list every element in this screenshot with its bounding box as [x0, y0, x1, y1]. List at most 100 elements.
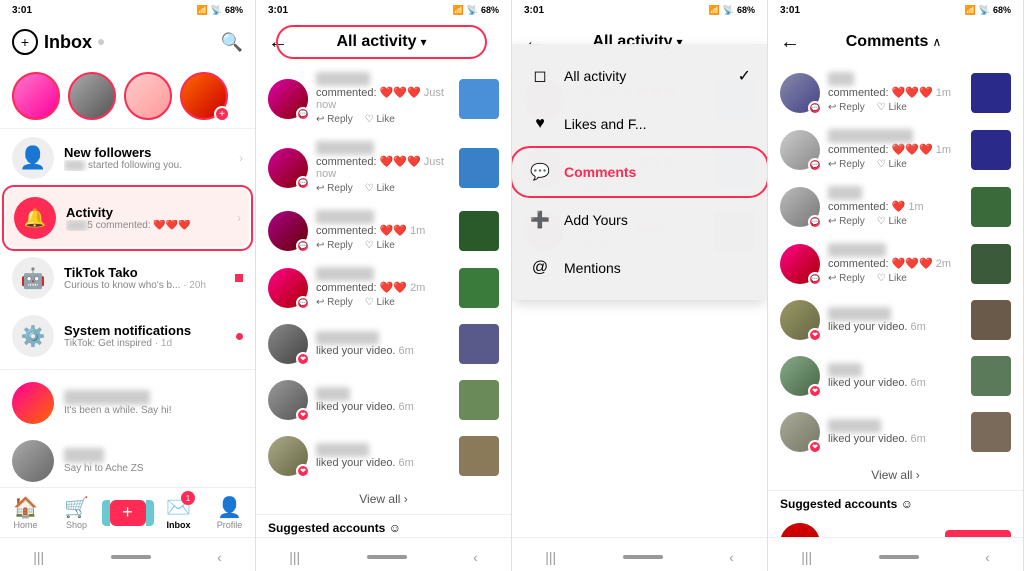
comment-item-3[interactable]: 💬 ████ commented: ❤️ 1m ↩ Reply ♡ Like: [768, 178, 1023, 235]
inbox-item-tiktok[interactable]: 🤖 TikTok Tako Curious to know who's b...…: [0, 249, 255, 307]
nav-home[interactable]: 🏠 Home: [0, 488, 51, 537]
bottom-bar-2: ||| ‹: [256, 537, 511, 571]
comment-avatar-6: ❤: [780, 356, 820, 396]
like-btn-1[interactable]: ♡ Like: [365, 114, 395, 125]
reply-btn-1[interactable]: ↩ Reply: [316, 114, 353, 125]
c-like-4[interactable]: ♡ Like: [877, 273, 907, 284]
comment-thumb-2: [971, 130, 1011, 170]
activity-item-5[interactable]: ❤ █████ ██ liked your video. 6m: [256, 316, 511, 372]
shop-icon: 🛒: [64, 495, 89, 520]
bottom-bar-4: ||| ‹: [768, 537, 1023, 571]
reply-btn-2[interactable]: ↩ Reply: [316, 183, 353, 194]
c-like-2[interactable]: ♡ Like: [877, 159, 907, 170]
nav-inbox[interactable]: ✉️ 1 Inbox: [153, 488, 204, 537]
check-icon: ✓: [738, 66, 751, 86]
nav-profile[interactable]: 👤 Profile: [204, 488, 255, 537]
comment-item-6[interactable]: ❤ ████ liked your video. 6m: [768, 348, 1023, 404]
like-btn-4[interactable]: ♡ Like: [365, 297, 395, 308]
activity-item-2[interactable]: 💬 ██ █ ███ commented: ❤️❤️❤️ Just now ↩ …: [256, 133, 511, 202]
comment-desc-3: commented: ❤️ 1m: [828, 200, 963, 213]
comment-item-7[interactable]: ❤ ████ ZS liked your video. 6m: [768, 404, 1023, 460]
activity-item-3[interactable]: 💬 A██ █ ██ commented: ❤️❤️ 1m ↩ Reply ♡ …: [256, 202, 511, 259]
like-btn-2[interactable]: ♡ Like: [365, 183, 395, 194]
inbox-item-followers[interactable]: 👤 New followers ███ started following yo…: [0, 129, 255, 187]
comment-name-5: █████ ██: [828, 307, 963, 321]
c-reply-1[interactable]: ↩ Reply: [828, 102, 865, 113]
inbox-item-system[interactable]: ⚙️ System notifications TikTok: Get insp…: [0, 307, 255, 365]
dropdown-comments[interactable]: 💬 Comments: [512, 148, 767, 196]
comment-item-5[interactable]: ❤ █████ ██ liked your video. 6m: [768, 292, 1023, 348]
act-thumb-6: [459, 380, 499, 420]
like-btn-3[interactable]: ♡ Like: [365, 240, 395, 251]
act-desc-6: liked your video. 6m: [316, 401, 451, 413]
activity-item-6[interactable]: ❤ ████ liked your video. 6m: [256, 372, 511, 428]
activity-item-7[interactable]: ❤ ████ ZS liked your video. 6m: [256, 428, 511, 484]
comments-icon: 💬: [528, 160, 552, 184]
comment-desc-5: liked your video. 6m: [828, 321, 963, 333]
comment-item-1[interactable]: 💬 A██ commented: ❤️❤️❤️ 1m ↩ Reply ♡ Lik…: [768, 64, 1023, 121]
story-avatar-1[interactable]: [12, 72, 60, 120]
activity-chevron: ›: [237, 211, 241, 225]
search-icon[interactable]: 🔍: [221, 32, 243, 53]
back-btn-4[interactable]: ←: [780, 31, 800, 54]
act-avatar-3: 💬: [268, 211, 308, 251]
c-reply-4[interactable]: ↩ Reply: [828, 273, 865, 284]
comment-name-6: ████: [828, 363, 963, 377]
dropdown-arrow-2[interactable]: ▾: [421, 35, 427, 49]
dropdown-add-yours[interactable]: ➕ Add Yours: [512, 196, 767, 244]
act-actions-1: ↩ Reply ♡ Like: [316, 114, 451, 125]
view-all-2[interactable]: View all ›: [256, 484, 511, 514]
system-dot: [236, 333, 243, 340]
all-activity-label: All activity: [564, 68, 626, 84]
home-gesture-3: [623, 555, 663, 559]
c-reply-3[interactable]: ↩ Reply: [828, 216, 865, 227]
dropdown-all-activity[interactable]: ◻ All activity ✓: [512, 52, 767, 100]
reply-btn-3[interactable]: ↩ Reply: [316, 240, 353, 251]
bottom-bar-1: ||| ‹: [0, 537, 255, 571]
add-btn[interactable]: +: [110, 500, 146, 526]
sort-arrow[interactable]: ∧: [932, 35, 941, 49]
gesture-bar-1: |||: [33, 549, 44, 565]
story-avatar-3[interactable]: [124, 72, 172, 120]
act-desc-3: commented: ❤️❤️ 1m: [316, 224, 451, 237]
followers-info: New followers ███ started following you.: [64, 145, 229, 171]
act-name-4: A██ █ ██: [316, 267, 451, 281]
dropdown-mentions[interactable]: @ Mentions: [512, 244, 767, 292]
reply-btn-4[interactable]: ↩ Reply: [316, 297, 353, 308]
act-avatar-6: ❤: [268, 380, 308, 420]
nav-add[interactable]: +: [102, 488, 153, 537]
comments-title: Comments: [846, 33, 929, 51]
c-reply-2[interactable]: ↩ Reply: [828, 159, 865, 170]
dropdown-likes[interactable]: ♥ Likes and F...: [512, 100, 767, 148]
inbox-item-user2[interactable]: █ ███ Say hi to Ache ZS: [0, 432, 255, 487]
nav-shop[interactable]: 🛒 Shop: [51, 488, 102, 537]
inbox-dot: [98, 39, 104, 45]
mentions-label: Mentions: [564, 260, 621, 276]
c-like-3[interactable]: ♡ Like: [877, 216, 907, 227]
comment-name-1: A██: [828, 72, 963, 86]
add-icon[interactable]: +: [12, 29, 38, 55]
inbox-item-user1[interactable]: E████ ████ It's been a while. Say hi!: [0, 374, 255, 432]
system-sub: TikTok: Get inspired · 1d: [64, 338, 222, 349]
follow-btn-4[interactable]: Follow: [945, 530, 1011, 537]
inbox-item-activity[interactable]: 🔔 Activity ███5 commented: ❤️❤️❤️ ›: [6, 189, 249, 247]
comment-thumb-7: [971, 412, 1011, 452]
c-like-1[interactable]: ♡ Like: [877, 102, 907, 113]
comment-content-3: ████ commented: ❤️ 1m ↩ Reply ♡ Like: [828, 186, 963, 227]
activity-item-4[interactable]: 💬 A██ █ ██ commented: ❤️❤️ 2m ↩ Reply ♡ …: [256, 259, 511, 316]
activity-item-1[interactable]: 💬 ████ ██ commented: ❤️❤️❤️ Just now ↩ R…: [256, 64, 511, 133]
back-gesture-3: ‹: [729, 549, 734, 565]
story-avatar-4[interactable]: +: [180, 72, 228, 120]
comment-item-2[interactable]: 💬 ██ █ ██ ██ZS commented: ❤️❤️❤️ 1m ↩ Re…: [768, 121, 1023, 178]
back-btn-2[interactable]: ←: [268, 31, 288, 54]
comment-item-4[interactable]: 💬 A██ █ ██ commented: ❤️❤️❤️ 2m ↩ Reply …: [768, 235, 1023, 292]
view-all-4[interactable]: View all ›: [768, 460, 1023, 490]
act-desc-7: liked your video. 6m: [316, 457, 451, 469]
status-icons-4: 📶📡68%: [965, 5, 1011, 16]
suggested-header-4: Suggested accounts ☺: [768, 491, 1023, 517]
act-avatar-5: ❤: [268, 324, 308, 364]
inbox-badge: 1: [181, 491, 195, 505]
story-add-icon: +: [214, 106, 230, 122]
act-thumb-3: [459, 211, 499, 251]
story-avatar-2[interactable]: [68, 72, 116, 120]
